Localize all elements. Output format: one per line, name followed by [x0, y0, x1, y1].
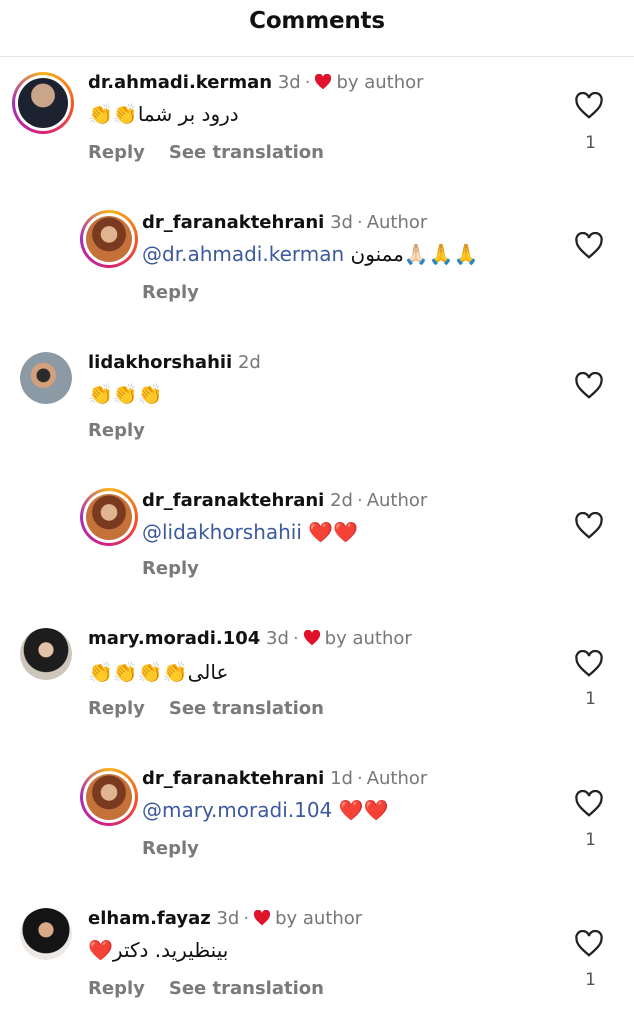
comment-actions: Reply: [88, 420, 169, 441]
like-count: 1: [585, 830, 596, 850]
timestamp: 3d: [266, 628, 289, 649]
heart-outline-icon[interactable]: [574, 790, 604, 818]
see-translation-button[interactable]: See translation: [169, 978, 324, 999]
username-link[interactable]: elham.fayaz: [88, 908, 211, 929]
liked-by-author-badge: by author: [324, 628, 412, 649]
heart-outline-icon[interactable]: [574, 930, 604, 958]
timestamp: 3d: [330, 212, 353, 233]
heart-outline-icon[interactable]: [574, 512, 604, 540]
comments-header: Comments: [0, 0, 634, 57]
reply-button[interactable]: Reply: [88, 698, 145, 719]
comment-reply-item: dr_faranaktehrani 3d · Author @dr.ahmadi.k…: [0, 196, 634, 336]
mention-link[interactable]: @mary.moradi.104: [142, 798, 332, 822]
comment-body: ممنون: [350, 242, 404, 266]
comment-reply-item: dr_faranaktehrani 1d · Author @mary.moradi…: [0, 754, 634, 894]
author-badge: Author: [366, 212, 428, 233]
reply-button[interactable]: Reply: [88, 420, 145, 441]
heart-outline-icon[interactable]: [574, 92, 604, 120]
comment-actions: Reply See translation: [88, 978, 348, 999]
timestamp: 3d: [277, 72, 301, 93]
comment-actions: Reply: [142, 558, 223, 579]
comment-body: بینظیرید. دکتر: [112, 938, 229, 962]
comment-meta: mary.moradi.104 3d · by author: [88, 628, 412, 649]
comment-emoji: 👏👏👏👏: [88, 660, 188, 684]
comment-item: mary.moradi.104 3d · by author 👏👏👏👏عالی Re…: [0, 614, 634, 754]
reply-button[interactable]: Reply: [142, 558, 199, 579]
like-count: 1: [585, 970, 596, 990]
avatar[interactable]: [12, 72, 74, 134]
username-link[interactable]: dr.ahmadi.kerman: [88, 72, 272, 93]
reply-button[interactable]: Reply: [142, 838, 199, 859]
comment-body: درود بر شما: [137, 102, 239, 126]
comment-meta: dr_faranaktehrani 2d · Author: [142, 490, 428, 511]
username-link[interactable]: dr_faranaktehrani: [142, 212, 324, 233]
timestamp: 3d: [216, 908, 240, 929]
timestamp: 1d: [330, 768, 353, 789]
comment-text: @mary.moradi.104 ❤️❤️: [142, 798, 388, 822]
comment-item: lidakhorshahii 2d 👏👏👏 Reply: [0, 336, 634, 476]
username-link[interactable]: dr_faranaktehrani: [142, 490, 324, 511]
timestamp: 2d: [330, 490, 353, 511]
comment-meta: elham.fayaz 3d · by author: [88, 908, 363, 929]
avatar[interactable]: [20, 352, 72, 404]
comment-item: dr.ahmadi.kerman 3d · by author 👏👏درود بر …: [0, 56, 634, 196]
timestamp: 2d: [237, 352, 261, 373]
comment-meta: lidakhorshahii 2d: [88, 352, 261, 373]
like-count: 1: [585, 133, 596, 153]
comment-text: @lidakhorshahii ❤️❤️: [142, 520, 358, 544]
comment-text: @dr.ahmadi.kerman ممنون🙏🏻🙏🙏: [142, 242, 479, 266]
comment-meta: dr_faranaktehrani 1d · Author: [142, 768, 428, 789]
comment-item: elham.fayaz 3d · by author ❤️بینظیرید. دکت…: [0, 894, 634, 1034]
avatar[interactable]: [80, 210, 138, 268]
page-title: Comments: [249, 8, 385, 34]
liked-by-author-badge: by author: [336, 72, 424, 93]
avatar[interactable]: [80, 768, 138, 826]
reply-button[interactable]: Reply: [88, 142, 145, 163]
heart-outline-icon[interactable]: [574, 372, 604, 400]
comment-actions: Reply: [142, 282, 223, 303]
heart-outline-icon[interactable]: [574, 232, 604, 260]
see-translation-button[interactable]: See translation: [169, 142, 324, 163]
author-badge: Author: [366, 490, 428, 511]
heart-filled-icon: [315, 74, 332, 90]
like-count: 1: [585, 689, 596, 709]
heart-filled-icon: [254, 910, 271, 926]
comment-emoji: 🙏🏻🙏🙏: [403, 242, 479, 266]
reply-button[interactable]: Reply: [142, 282, 199, 303]
comment-actions: Reply: [142, 838, 223, 859]
comment-text: 👏👏👏: [88, 382, 163, 406]
heart-outline-icon[interactable]: [574, 650, 604, 678]
comment-body: عالی: [187, 660, 229, 684]
liked-by-author-badge: by author: [275, 908, 363, 929]
comment-text: 👏👏درود بر شما: [88, 102, 239, 126]
heart-filled-icon: [303, 630, 320, 646]
author-badge: Author: [366, 768, 428, 789]
reply-button[interactable]: Reply: [88, 978, 145, 999]
see-translation-button[interactable]: See translation: [169, 698, 324, 719]
avatar[interactable]: [80, 488, 138, 546]
comment-emoji: 👏👏: [88, 102, 138, 126]
comment-text: ❤️بینظیرید. دکتر: [88, 938, 228, 962]
comment-text: 👏👏👏👏عالی: [88, 660, 228, 684]
comment-emoji: 👏👏👏: [88, 382, 163, 406]
comment-meta: dr.ahmadi.kerman 3d · by author: [88, 72, 424, 93]
username-link[interactable]: mary.moradi.104: [88, 628, 260, 649]
username-link[interactable]: dr_faranaktehrani: [142, 768, 324, 789]
mention-link[interactable]: @lidakhorshahii: [142, 520, 302, 544]
comment-emoji: ❤️❤️: [338, 798, 389, 822]
avatar[interactable]: [20, 908, 72, 960]
username-link[interactable]: lidakhorshahii: [88, 352, 232, 373]
comment-meta: dr_faranaktehrani 3d · Author: [142, 212, 428, 233]
mention-link[interactable]: @dr.ahmadi.kerman: [142, 242, 344, 266]
comment-actions: Reply See translation: [88, 142, 348, 163]
comment-actions: Reply See translation: [88, 698, 348, 719]
avatar[interactable]: [20, 628, 72, 680]
comment-emoji: ❤️❤️: [308, 520, 359, 544]
comment-reply-item: dr_faranaktehrani 2d · Author @lidakhorsha…: [0, 474, 634, 614]
comment-emoji: ❤️: [88, 938, 113, 962]
